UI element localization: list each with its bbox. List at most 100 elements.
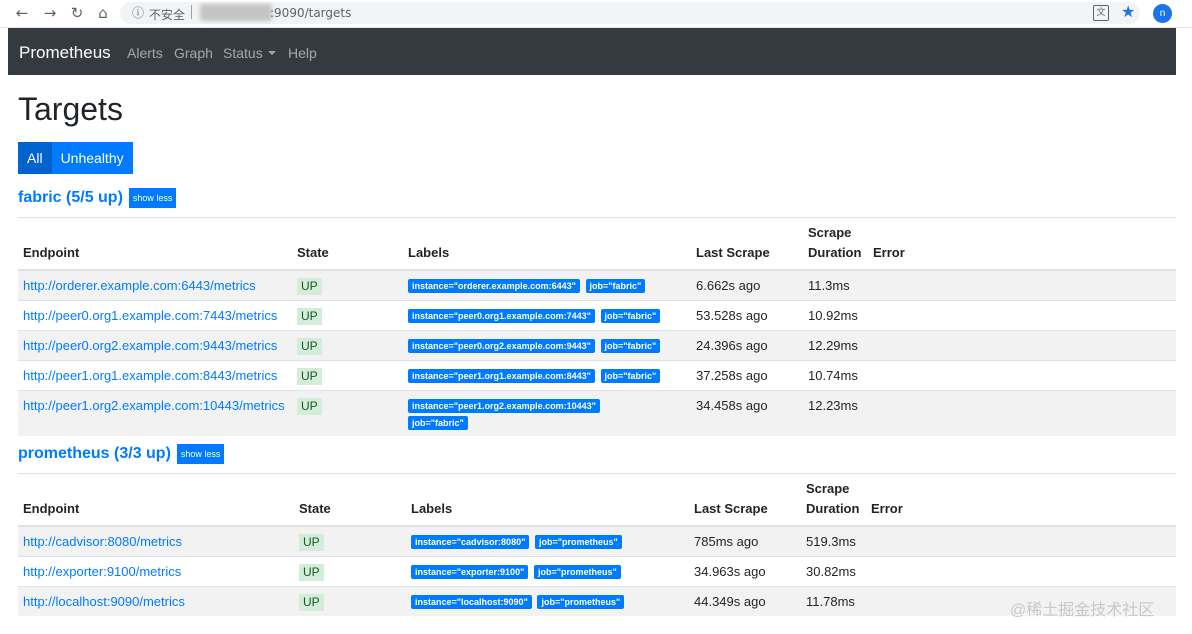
endpoint-link[interactable]: http://peer1.org1.example.com:8443/metri…: [23, 368, 277, 383]
label-badge-instance: instance="peer0.org2.example.com:9443": [408, 339, 595, 353]
endpoint-link[interactable]: http://exporter:9100/metrics: [23, 564, 181, 579]
column-header-labels: Labels: [403, 217, 691, 271]
info-icon[interactable]: ⓘ: [132, 4, 144, 21]
state-badge: UP: [297, 338, 322, 355]
last-scrape: 37.258s ago: [691, 360, 803, 391]
bookmark-star-icon[interactable]: ★: [1121, 2, 1135, 21]
error-text: [868, 360, 1176, 391]
state-badge: UP: [297, 308, 322, 325]
scrape-duration: 10.74ms: [803, 360, 868, 391]
label-badge-instance: instance="localhost:9090": [411, 595, 532, 609]
targets-table-prometheus: Endpoint State Labels Last Scrape Scrape…: [18, 473, 1176, 616]
label-badge-job: job="fabric": [600, 309, 661, 323]
page-title: Targets: [18, 91, 123, 127]
label-badge-job: job="fabric": [600, 339, 661, 353]
profile-avatar[interactable]: n: [1153, 4, 1172, 23]
browser-toolbar: ← → ↻ ⌂ ⓘ 不安全 :9090/targets 文 ★ n: [0, 0, 1192, 28]
column-header-scrape-duration: Scrape Duration: [803, 217, 868, 271]
scrape-duration: 12.29ms: [803, 330, 868, 361]
column-header-error: Error: [868, 217, 1176, 271]
last-scrape: 24.396s ago: [691, 330, 803, 361]
label-badge-instance: instance="exporter:9100": [411, 565, 529, 579]
targets-table-fabric: Endpoint State Labels Last Scrape Scrape…: [18, 217, 1176, 436]
column-header-endpoint: Endpoint: [18, 473, 294, 527]
security-label: 不安全: [149, 8, 186, 22]
back-arrow-icon[interactable]: ←: [12, 3, 32, 23]
label-badge-instance: instance="cadvisor:8080": [411, 535, 530, 549]
label-badge-job: job="fabric": [585, 279, 646, 293]
job-title[interactable]: fabric (5/5 up): [18, 189, 123, 207]
last-scrape: 34.458s ago: [691, 390, 803, 436]
scrape-duration: 11.78ms: [801, 586, 866, 616]
state-badge: UP: [299, 534, 324, 551]
address-url[interactable]: :9090/targets: [270, 6, 351, 20]
label-badge-job: job="fabric": [408, 416, 468, 430]
column-header-endpoint: Endpoint: [18, 217, 292, 271]
state-badge: UP: [299, 594, 324, 611]
address-separator: [191, 5, 192, 19]
job-header-fabric: fabric (5/5 up) show less: [18, 188, 177, 208]
table-row: http://peer0.org1.example.com:7443/metri…: [18, 300, 1176, 331]
last-scrape: 34.963s ago: [689, 556, 801, 587]
scrape-duration: 30.82ms: [801, 556, 866, 587]
endpoint-link[interactable]: http://peer1.org2.example.com:10443/metr…: [23, 398, 285, 413]
state-badge: UP: [299, 564, 324, 581]
job-title[interactable]: prometheus (3/3 up): [18, 445, 171, 463]
endpoint-link[interactable]: http://orderer.example.com:6443/metrics: [23, 278, 256, 293]
top-navbar: Prometheus Alerts Graph Status Help: [8, 28, 1176, 75]
error-text: [868, 300, 1176, 331]
scrape-duration: 519.3ms: [801, 525, 866, 557]
watermark: @稀土掘金技术社区: [1010, 602, 1155, 619]
state-badge: UP: [297, 278, 322, 295]
last-scrape: 6.662s ago: [691, 269, 803, 301]
table-row: http://peer0.org2.example.com:9443/metri…: [18, 330, 1176, 361]
column-header-last-scrape: Last Scrape: [689, 473, 801, 527]
column-header-state: State: [292, 217, 403, 271]
nav-graph[interactable]: Graph: [174, 45, 213, 61]
column-header-error: Error: [866, 473, 1176, 527]
table-row: http://exporter:9100/metrics UP instance…: [18, 556, 1176, 587]
error-text: [866, 525, 1176, 557]
translate-icon[interactable]: 文: [1093, 5, 1109, 21]
table-row: http://localhost:9090/metrics UP instanc…: [18, 586, 1176, 616]
show-less-button[interactable]: show less: [176, 444, 225, 464]
endpoint-link[interactable]: http://localhost:9090/metrics: [23, 594, 185, 609]
label-badge-job: job="prometheus": [533, 565, 621, 579]
error-text: [868, 330, 1176, 361]
last-scrape: 44.349s ago: [689, 586, 801, 616]
forward-arrow-icon[interactable]: →: [40, 3, 60, 23]
table-header-row: Endpoint State Labels Last Scrape Scrape…: [18, 473, 1176, 527]
endpoint-link[interactable]: http://peer0.org1.example.com:7443/metri…: [23, 308, 277, 323]
reload-icon[interactable]: ↻: [67, 3, 87, 23]
column-header-state: State: [294, 473, 406, 527]
error-text: [866, 556, 1176, 587]
navbar-brand[interactable]: Prometheus: [19, 43, 111, 63]
filter-button-group: All Unhealthy: [18, 142, 133, 174]
label-badge-job: job="prometheus": [537, 595, 625, 609]
filter-all-button[interactable]: All: [18, 142, 52, 174]
state-badge: UP: [297, 368, 322, 385]
nav-alerts[interactable]: Alerts: [127, 45, 163, 61]
table-row: http://peer1.org1.example.com:8443/metri…: [18, 360, 1176, 391]
scrape-duration: 11.3ms: [803, 269, 868, 301]
last-scrape: 53.528s ago: [691, 300, 803, 331]
error-text: [868, 390, 1176, 436]
column-header-labels: Labels: [406, 473, 689, 527]
show-less-button[interactable]: show less: [128, 188, 177, 208]
table-row: http://cadvisor:8080/metrics UP instance…: [18, 525, 1176, 557]
label-badge-instance: instance="peer1.org1.example.com:8443": [408, 369, 595, 383]
redacted-host: [200, 4, 272, 21]
label-badge-instance: instance="orderer.example.com:6443": [408, 279, 580, 293]
state-badge: UP: [297, 398, 322, 415]
filter-unhealthy-button[interactable]: Unhealthy: [51, 142, 133, 174]
label-badge-instance: instance="peer0.org1.example.com:7443": [408, 309, 595, 323]
endpoint-link[interactable]: http://cadvisor:8080/metrics: [23, 534, 182, 549]
column-header-last-scrape: Last Scrape: [691, 217, 803, 271]
error-text: [868, 269, 1176, 301]
nav-help[interactable]: Help: [288, 45, 317, 61]
home-icon[interactable]: ⌂: [93, 3, 113, 23]
label-badge-job: job="prometheus": [534, 535, 622, 549]
nav-status-dropdown[interactable]: Status: [223, 45, 276, 61]
endpoint-link[interactable]: http://peer0.org2.example.com:9443/metri…: [23, 338, 277, 353]
scrape-duration: 10.92ms: [803, 300, 868, 331]
